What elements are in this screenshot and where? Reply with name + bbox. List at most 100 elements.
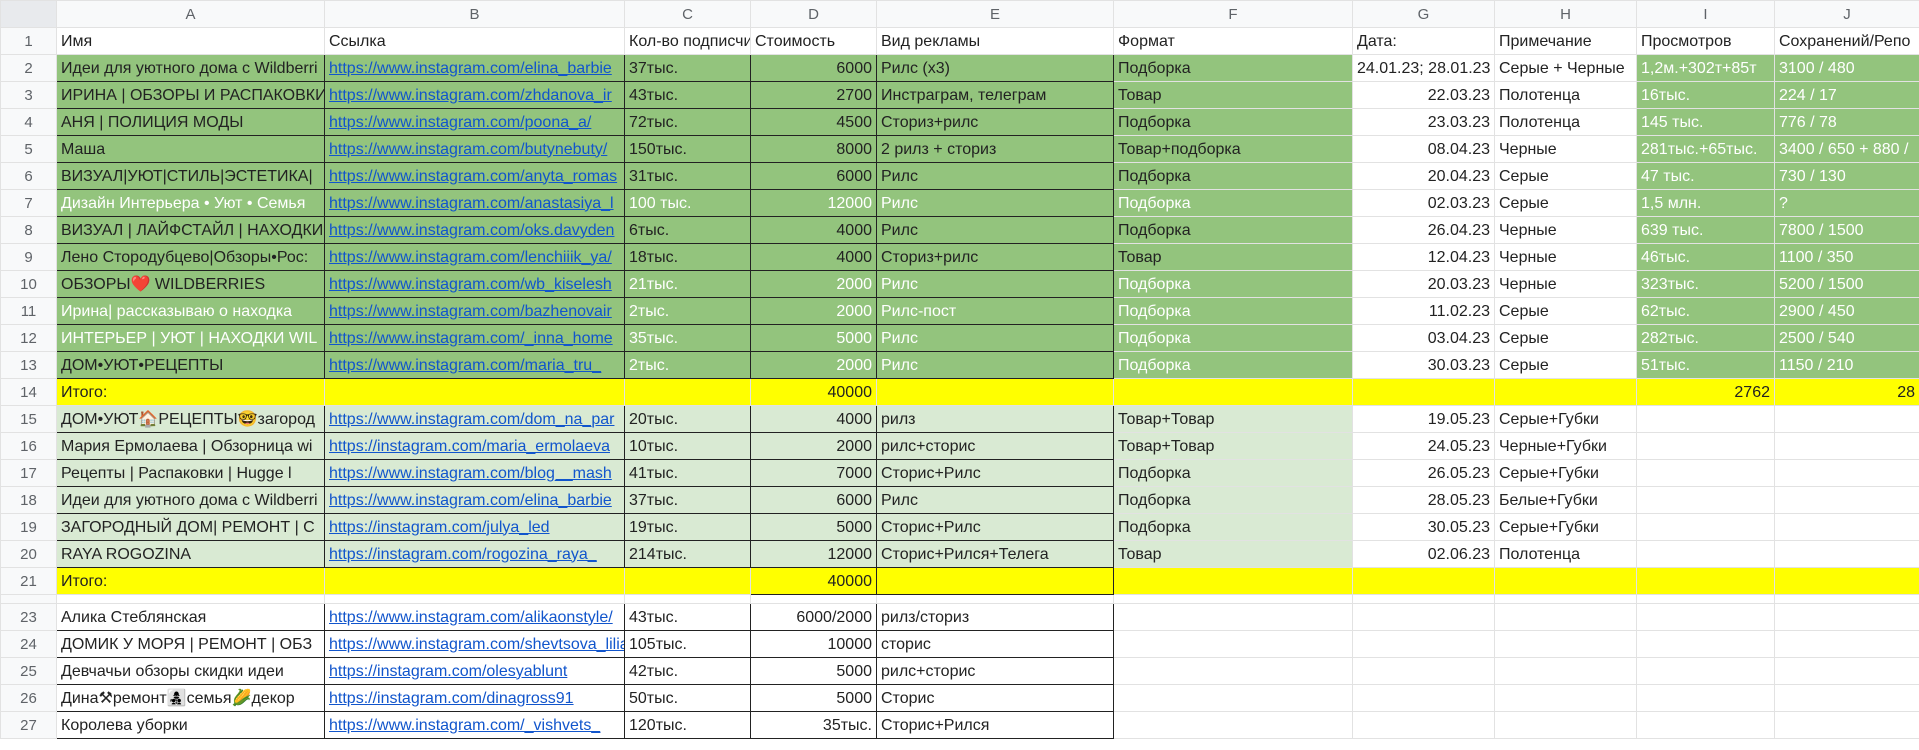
influencer-name[interactable]: Рецепты | Распаковки | Hugge l [56,459,325,487]
cell[interactable] [624,594,751,604]
format-cell[interactable]: Подборка [1113,270,1353,298]
note-cell[interactable]: Серые+Губки [1494,405,1637,433]
cell[interactable] [876,378,1114,406]
subscribers-cell[interactable]: 20тыс. [624,405,751,433]
note-cell[interactable]: Полотенца [1494,540,1637,568]
cell[interactable] [750,594,877,604]
cost-cell[interactable]: 4500 [750,108,877,136]
ad-type-cell[interactable]: Сторис+Рилс [876,513,1114,541]
note-cell[interactable]: Серые+Губки [1494,513,1637,541]
row-number[interactable]: 12 [0,324,57,352]
cost-cell[interactable]: 2000 [750,270,877,298]
influencer-name[interactable]: ДОМ•УЮТ🏠РЕЦЕПТЫ🤓загород [56,405,325,433]
column-header-b[interactable]: B [324,0,625,28]
row-number[interactable]: 10 [0,270,57,298]
cell[interactable] [324,378,625,406]
cell[interactable] [1636,630,1775,658]
date-cell[interactable]: 23.03.23 [1352,108,1495,136]
subscribers-cell[interactable]: 37тыс. [624,54,751,82]
ad-type-cell[interactable]: Рилс [876,162,1114,190]
influencer-name[interactable]: Ирина| рассказываю о находка [56,297,325,325]
date-cell[interactable]: 11.02.23 [1352,297,1495,325]
cell[interactable] [1494,657,1637,685]
subscribers-cell[interactable]: 6тыс. [624,216,751,244]
profile-link[interactable]: https://www.instagram.com/elina_barbie [324,54,625,82]
row-number[interactable]: 5 [0,135,57,163]
cell[interactable] [1774,630,1919,658]
header-cell-date[interactable]: Дата: [1352,27,1495,55]
cost-cell[interactable]: 5000 [750,324,877,352]
ad-type-cell[interactable]: Рилс [876,189,1114,217]
cost-cell[interactable]: 2000 [750,297,877,325]
views-cell[interactable]: 16тыс. [1636,81,1775,109]
header-cell-name[interactable]: Имя [56,27,325,55]
profile-link[interactable]: https://www.instagram.com/_vishvets_ [324,711,625,739]
cell[interactable] [1494,567,1637,595]
profile-link[interactable]: https://www.instagram.com/anastasiya_l [324,189,625,217]
format-cell[interactable]: Товар [1113,540,1353,568]
column-header-c[interactable]: C [624,0,751,28]
note-cell[interactable]: Серые [1494,324,1637,352]
cell[interactable] [1636,711,1775,739]
ad-type-cell[interactable]: рилс+сторис [876,657,1114,685]
ad-type-cell[interactable]: сторис [876,630,1114,658]
cost-cell[interactable]: 12000 [750,189,877,217]
saves-cell[interactable]: 5200 / 1500 [1774,270,1919,298]
format-cell[interactable]: Подборка [1113,324,1353,352]
column-header-e[interactable]: E [876,0,1114,28]
subscribers-cell[interactable]: 105тыс. [624,630,751,658]
cell[interactable] [1636,513,1775,541]
note-cell[interactable]: Черные [1494,135,1637,163]
cost-cell[interactable]: 2000 [750,432,877,460]
views-cell[interactable]: 1,5 млн. [1636,189,1775,217]
cell[interactable] [1774,405,1919,433]
views-cell[interactable]: 46тыс. [1636,243,1775,271]
subscribers-cell[interactable]: 19тыс. [624,513,751,541]
date-cell[interactable]: 24.05.23 [1352,432,1495,460]
ad-type-cell[interactable]: рилз [876,405,1114,433]
cell[interactable] [1774,603,1919,631]
subscribers-cell[interactable]: 2тыс. [624,297,751,325]
influencer-name[interactable]: АНЯ | ПОЛИЦИЯ МОДЫ [56,108,325,136]
profile-link[interactable]: https://www.instagram.com/maria_tru_ [324,351,625,379]
cell[interactable] [1774,567,1919,595]
row-number[interactable]: 11 [0,297,57,325]
views-cell[interactable]: 282тыс. [1636,324,1775,352]
cell[interactable] [1352,684,1495,712]
format-cell[interactable]: Товар [1113,81,1353,109]
subscribers-cell[interactable]: 10тыс. [624,432,751,460]
cell[interactable] [1113,378,1353,406]
format-cell[interactable]: Подборка [1113,513,1353,541]
row-number[interactable]: 25 [0,657,57,685]
note-cell[interactable]: Серые [1494,297,1637,325]
date-cell[interactable]: 28.05.23 [1352,486,1495,514]
subscribers-cell[interactable]: 21тыс. [624,270,751,298]
cost-cell[interactable]: 5000 [750,657,877,685]
views-cell[interactable]: 323тыс. [1636,270,1775,298]
saves-cell[interactable]: 776 / 78 [1774,108,1919,136]
column-header-h[interactable]: H [1494,0,1637,28]
header-cell-format[interactable]: Формат [1113,27,1353,55]
row-number[interactable]: 1 [0,27,57,55]
row-number[interactable]: 2 [0,54,57,82]
subscribers-cell[interactable]: 37тыс. [624,486,751,514]
views-cell[interactable]: 47 тыс. [1636,162,1775,190]
ad-type-cell[interactable]: Рилс-пост [876,297,1114,325]
views-cell[interactable]: 145 тыс. [1636,108,1775,136]
influencer-name[interactable]: RAYA ROGOZINA [56,540,325,568]
ad-type-cell[interactable]: Сторис+Рился [876,711,1114,739]
subscribers-cell[interactable]: 18тыс. [624,243,751,271]
cell[interactable] [1352,594,1495,604]
cell[interactable] [1352,657,1495,685]
cell[interactable] [1774,711,1919,739]
influencer-name[interactable]: Алика Стеблянская [56,603,325,631]
profile-link[interactable]: https://instagram.com/maria_ermolaeva [324,432,625,460]
profile-link[interactable]: https://www.instagram.com/shevtsova_lili… [324,630,625,658]
row-number[interactable]: 4 [0,108,57,136]
profile-link[interactable]: https://www.instagram.com/wb_kiselesh [324,270,625,298]
note-cell[interactable]: Черные [1494,216,1637,244]
cost-cell[interactable]: 2000 [750,351,877,379]
cell[interactable] [1774,459,1919,487]
cell[interactable] [1494,684,1637,712]
date-cell[interactable]: 20.03.23 [1352,270,1495,298]
